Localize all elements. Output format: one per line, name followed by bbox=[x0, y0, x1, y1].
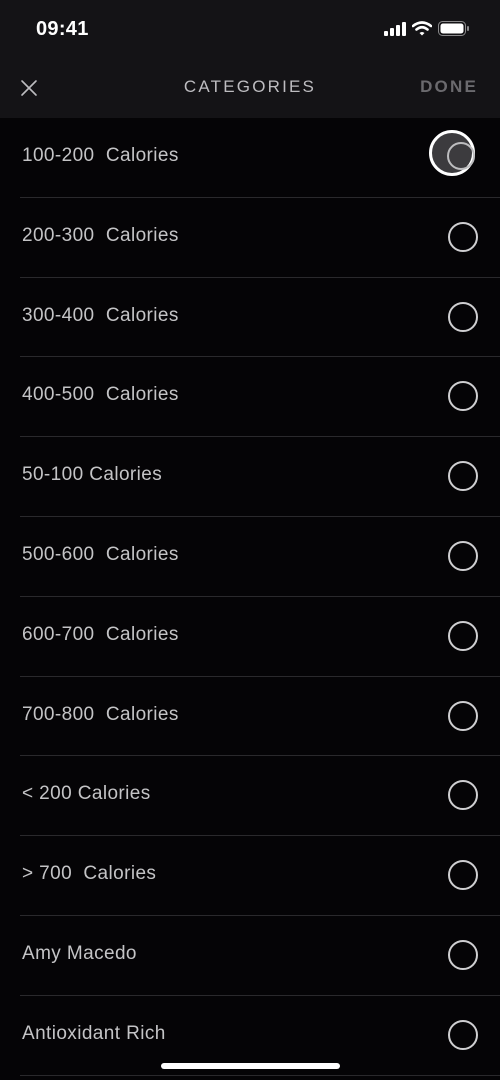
nav-header: CATEGORIES DONE bbox=[0, 60, 500, 118]
radio-button[interactable] bbox=[448, 1019, 478, 1050]
home-indicator[interactable] bbox=[161, 1063, 340, 1069]
category-item[interactable]: Amy Macedo bbox=[0, 916, 500, 996]
category-label: 500-600 Calories bbox=[22, 543, 179, 565]
category-label: 700-800 Calories bbox=[22, 703, 179, 725]
category-label: Amy Macedo bbox=[22, 942, 137, 964]
radio-button[interactable] bbox=[448, 860, 478, 891]
category-item[interactable]: 50-100 Calories bbox=[0, 437, 500, 517]
category-item[interactable]: 300-400 Calories bbox=[0, 278, 500, 358]
radio-button[interactable] bbox=[448, 939, 478, 970]
category-label: < 200 Calories bbox=[22, 783, 151, 805]
radio-button-selected[interactable] bbox=[429, 130, 475, 176]
radio-button[interactable] bbox=[448, 221, 478, 252]
radio-button[interactable] bbox=[448, 301, 478, 332]
status-icons bbox=[384, 21, 470, 36]
category-label: > 700 Calories bbox=[22, 863, 157, 885]
category-label: 200-300 Calories bbox=[22, 224, 179, 246]
category-item[interactable]: < 200 Calories bbox=[0, 756, 500, 837]
radio-button[interactable] bbox=[448, 700, 478, 731]
radio-button[interactable] bbox=[448, 780, 478, 811]
category-item[interactable]: 200-300 Calories bbox=[0, 198, 500, 278]
category-item[interactable]: 500-600 Calories bbox=[0, 517, 500, 597]
done-button[interactable]: DONE bbox=[420, 77, 478, 97]
divider bbox=[20, 1074, 500, 1076]
category-label: 300-400 Calories bbox=[22, 304, 179, 326]
category-item[interactable]: > 700 Calories bbox=[0, 836, 500, 916]
radio-button[interactable] bbox=[448, 540, 478, 571]
category-label: 100-200 Calories bbox=[22, 145, 179, 166]
signal-icon bbox=[384, 21, 406, 36]
category-item[interactable]: 400-500 Calories bbox=[0, 357, 500, 438]
status-bar: 09:41 bbox=[0, 0, 500, 60]
battery-icon bbox=[438, 21, 469, 36]
category-label: 50-100 Calories bbox=[22, 464, 163, 486]
radio-inner-ring bbox=[447, 142, 475, 170]
category-item[interactable]: 600-700 Calories bbox=[0, 597, 500, 677]
category-label: 600-700 Calories bbox=[22, 623, 179, 645]
category-label: Antioxidant Rich bbox=[22, 1022, 166, 1044]
radio-button[interactable] bbox=[448, 620, 478, 651]
category-item[interactable]: 100-200 Calories bbox=[0, 118, 500, 198]
wifi-icon bbox=[412, 21, 432, 36]
category-list: 100-200 Calories 200-300 Calories 300-40… bbox=[0, 118, 500, 1076]
status-time: 09:41 bbox=[36, 18, 89, 40]
radio-button[interactable] bbox=[448, 461, 478, 492]
category-label: 400-500 Calories bbox=[22, 384, 179, 406]
radio-button[interactable] bbox=[448, 381, 478, 412]
category-item[interactable]: 700-800 Calories bbox=[0, 677, 500, 757]
